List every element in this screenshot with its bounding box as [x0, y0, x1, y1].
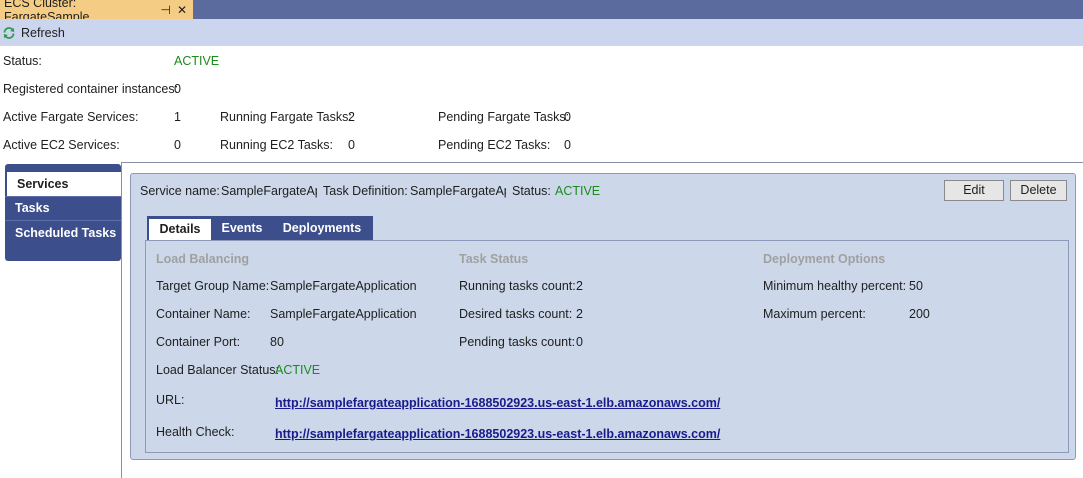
- target-group-label: Target Group Name:: [156, 279, 270, 293]
- running-fargate-tasks-value: 2: [348, 110, 355, 124]
- refresh-button[interactable]: Refresh: [2, 23, 65, 42]
- registered-instances-label: Registered container instances:: [3, 82, 179, 96]
- document-tab-strip: ECS Cluster: FargateSample ⊣ ✕: [0, 0, 1083, 24]
- refresh-icon: [3, 26, 15, 39]
- load-balancing-header: Load Balancing: [156, 252, 250, 266]
- tab-deployments[interactable]: Deployments: [275, 216, 369, 240]
- active-ec2-services-value: 0: [174, 138, 181, 152]
- running-ec2-tasks-label: Running EC2 Tasks:: [220, 138, 334, 152]
- desired-tasks-count-label: Desired tasks count:: [459, 307, 573, 321]
- task-status-header: Task Status: [459, 252, 529, 266]
- service-status-value: ACTIVE: [555, 184, 601, 198]
- target-group-value: SampleFargateApplication: [270, 279, 417, 293]
- pending-fargate-tasks-label: Pending Fargate Tasks:: [438, 110, 570, 124]
- health-check-link[interactable]: http://samplefargateapplication-16885029…: [275, 427, 720, 441]
- registered-instances-value: 0: [174, 82, 181, 96]
- service-url-link[interactable]: http://samplefargateapplication-16885029…: [275, 396, 720, 410]
- refresh-label: Refresh: [21, 25, 65, 40]
- desired-tasks-count-value: 2: [576, 307, 583, 321]
- running-fargate-tasks-label: Running Fargate Tasks:: [220, 110, 352, 124]
- container-name-label: Container Name:: [156, 307, 251, 321]
- service-tabs: Details Events Deployments: [147, 216, 373, 240]
- health-check-label: Health Check:: [156, 425, 235, 439]
- edit-button[interactable]: Edit: [944, 180, 1004, 201]
- toolbar: Refresh: [0, 19, 1083, 46]
- pending-fargate-tasks-value: 0: [564, 110, 571, 124]
- running-tasks-count-label: Running tasks count:: [459, 279, 576, 293]
- task-definition-label: Task Definition:: [323, 184, 408, 198]
- running-ec2-tasks-value: 0: [348, 138, 355, 152]
- active-fargate-services-label: Active Fargate Services:: [3, 110, 139, 124]
- lb-status-label: Load Balancer Status:: [156, 363, 279, 377]
- tab-events[interactable]: Events: [213, 216, 271, 240]
- deployment-options-header: Deployment Options: [763, 252, 886, 266]
- pin-icon[interactable]: ⊣: [160, 4, 170, 16]
- max-percent-label: Maximum percent:: [763, 307, 866, 321]
- nav-item-scheduled-tasks[interactable]: Scheduled Tasks: [5, 221, 121, 245]
- pending-tasks-count-label: Pending tasks count:: [459, 335, 576, 349]
- pending-ec2-tasks-label: Pending EC2 Tasks:: [438, 138, 551, 152]
- max-percent-value: 200: [909, 307, 930, 321]
- container-port-value: 80: [270, 335, 284, 349]
- service-name-value: SampleFargateApp: [221, 184, 317, 198]
- status-label: Status:: [3, 54, 42, 68]
- status-value: ACTIVE: [174, 54, 220, 68]
- tab-details[interactable]: Details: [149, 219, 211, 240]
- pending-ec2-tasks-value: 0: [564, 138, 571, 152]
- container-port-label: Container Port:: [156, 335, 241, 349]
- close-icon[interactable]: ✕: [177, 4, 187, 16]
- task-definition-value: SampleFargateApp: [410, 184, 506, 198]
- container-name-value: SampleFargateApplication: [270, 307, 417, 321]
- nav-item-tasks[interactable]: Tasks: [5, 196, 121, 220]
- service-name-label: Service name:: [140, 184, 220, 198]
- min-healthy-percent-value: 50: [909, 279, 923, 293]
- active-ec2-services-label: Active EC2 Services:: [3, 138, 120, 152]
- active-fargate-services-value: 1: [174, 110, 181, 124]
- running-tasks-count-value: 2: [576, 279, 583, 293]
- url-label: URL:: [156, 393, 185, 407]
- lb-status-value: ACTIVE: [275, 363, 321, 377]
- pending-tasks-count-value: 0: [576, 335, 583, 349]
- service-status-label: Status:: [512, 184, 551, 198]
- nav-item-services[interactable]: Services: [7, 172, 121, 196]
- document-tab-ecs-cluster[interactable]: ECS Cluster: FargateSample ⊣ ✕: [0, 0, 193, 24]
- delete-button[interactable]: Delete: [1010, 180, 1067, 201]
- left-nav: Services Tasks Scheduled Tasks: [5, 164, 121, 261]
- min-healthy-percent-label: Minimum healthy percent:: [763, 279, 907, 293]
